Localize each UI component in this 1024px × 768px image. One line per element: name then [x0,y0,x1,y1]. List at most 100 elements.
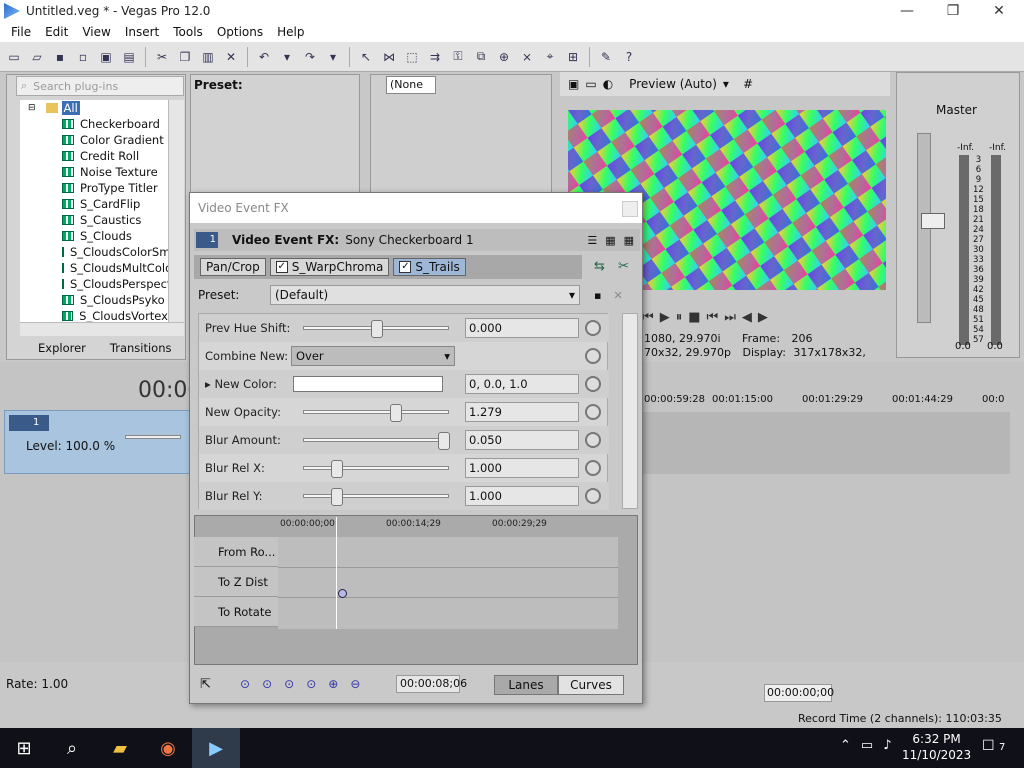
envelope-tool-icon[interactable]: ⋈ [379,47,399,67]
tree-item[interactable]: S_Caustics [20,212,168,228]
param-slider[interactable] [303,432,450,450]
params-scrollbar[interactable] [622,313,638,509]
checkbox-icon[interactable]: ✓ [399,261,412,273]
checkbox-icon[interactable]: ✓ [275,261,288,273]
fx-preset-select[interactable]: (Default) ▾ [270,285,580,305]
next-frame-icon[interactable]: ▶ [758,310,768,325]
tile-view-icon[interactable]: ▦ [624,234,634,247]
redo-icon[interactable]: ↷ [300,47,320,67]
save-as-icon[interactable]: ▫ [73,47,93,67]
keyframe-animate-icon[interactable] [585,320,601,336]
sync-cursor-icon[interactable]: ⇱ [200,677,211,692]
cleanup-icon[interactable]: ✎ [596,47,616,67]
prev-keyframe-icon[interactable]: ⊙ [262,677,272,691]
windows-start-icon[interactable]: ⊞ [0,728,48,768]
master-fader-thumb[interactable] [921,213,945,229]
tree-item[interactable]: Color Gradient [20,132,168,148]
external-monitor-icon[interactable]: ▭ [585,77,596,91]
tray-overflow-icon[interactable]: ⌃ [840,738,851,753]
ignore-grouping-icon[interactable]: ⧉ [471,47,491,67]
tree-horizontal-scrollbar[interactable] [20,322,184,336]
menu-insert[interactable]: Insert [118,25,166,39]
cursor-time-field[interactable]: 00:00:00;00 [764,684,834,702]
previous-frame-icon[interactable]: ◀ [742,310,752,325]
close-button[interactable]: ✕ [976,0,1022,22]
keyframe-lanes[interactable] [278,517,618,629]
go-to-end-icon[interactable]: ⏭ [724,310,736,325]
param-slider[interactable] [303,460,449,478]
tree-item[interactable]: Noise Texture [20,164,168,180]
track-level-slider[interactable] [125,435,181,439]
tree-item[interactable]: S_CloudsColorSmo [20,244,168,260]
delete-icon[interactable]: ✕ [221,47,241,67]
param-value[interactable]: 0, 0.0, 1.0 [465,374,579,394]
overlays-icon[interactable]: # [743,77,753,91]
split-screen-icon[interactable]: ◐ [603,77,613,91]
maximize-button[interactable]: ❐ [930,0,976,22]
param-slider[interactable] [303,488,449,506]
markers-icon[interactable]: ⌖ [540,47,560,67]
save-icon[interactable]: ▪ [50,47,70,67]
grid-view-icon[interactable]: ▦ [605,234,615,247]
save-preset-icon[interactable]: ▪ [594,289,601,302]
menu-tools[interactable]: Tools [166,25,210,39]
auto-ripple-icon[interactable]: ⇉ [425,47,445,67]
paste-icon[interactable]: ▥ [198,47,218,67]
undo-dropdown-icon[interactable]: ▾ [277,47,297,67]
add-keyframe-icon[interactable]: ⊕ [328,677,338,691]
project-properties-icon[interactable]: ▣ [568,77,579,91]
cut-icon[interactable]: ✂ [152,47,172,67]
menu-file[interactable]: File [4,25,38,39]
volume-icon[interactable]: ♪ [883,738,891,753]
tab-explorer[interactable]: Explorer [26,340,98,358]
menu-help[interactable]: Help [270,25,311,39]
slider-thumb[interactable] [371,320,383,338]
undo-icon[interactable]: ↶ [254,47,274,67]
menu-options[interactable]: Options [210,25,270,39]
tree-root-all[interactable]: ⊟ All [20,100,168,116]
menu-edit[interactable]: Edit [38,25,75,39]
dialog-close-button[interactable] [622,201,638,217]
video-track-lane[interactable] [642,412,1010,474]
chain-s-trails[interactable]: ✓ S_Trails [393,258,466,276]
tree-item[interactable]: S_Clouds [20,228,168,244]
delete-preset-icon[interactable]: ✕ [613,289,622,302]
tree-item[interactable]: Checkerboard [20,116,168,132]
tree-item[interactable]: S_CardFlip [20,196,168,212]
taskbar-clock[interactable]: 6:32 PM 11/10/2023 [902,731,971,763]
tree-item[interactable]: S_CloudsPsyko [20,292,168,308]
auto-crossfade-icon[interactable]: ⨯ [517,47,537,67]
chrome-icon[interactable]: ◉ [144,728,192,768]
plugin-search-input[interactable]: ⌕ Search plug-ins [16,76,184,96]
lock-envelopes-icon[interactable]: ⚿ [448,47,468,67]
playhead-line[interactable] [336,517,337,629]
keyframe-animate-icon[interactable] [585,376,601,392]
delete-keyframe-icon[interactable]: ⊖ [350,677,360,691]
lanes-button[interactable]: Lanes [494,675,558,695]
next-keyframe-icon[interactable]: ⊙ [284,677,294,691]
search-icon[interactable]: ⌕ [48,728,96,768]
curves-button[interactable]: Curves [558,675,624,695]
keyframe-animate-icon[interactable] [585,488,601,504]
view-mode-icon[interactable]: ☰ [587,234,597,247]
slider-thumb[interactable] [389,404,402,422]
tree-vertical-scrollbar[interactable] [168,100,184,322]
slider-thumb[interactable] [330,488,343,506]
preview-quality-select[interactable]: Preview (Auto) [629,77,717,91]
param-value[interactable]: 0.050 [465,430,579,450]
chevron-down-icon[interactable]: ▾ [723,77,729,91]
tree-item[interactable]: S_CloudsPerspect [20,276,168,292]
minimize-button[interactable]: — [884,0,930,22]
slider-thumb[interactable] [438,432,450,450]
transition-select[interactable]: (None [386,76,436,94]
play-icon[interactable]: ▶ [660,310,670,325]
copy-icon[interactable]: ❐ [175,47,195,67]
param-value[interactable]: 1.000 [465,486,579,506]
keyframe-animate-icon[interactable] [585,348,601,364]
slider-thumb[interactable] [330,460,343,478]
keyframe-time-field[interactable]: 00:00:08;06 [396,675,467,693]
file-explorer-icon[interactable]: ▰ [96,728,144,768]
tree-item[interactable]: ProType Titler [20,180,168,196]
remove-plugin-icon[interactable]: ✂ [618,259,629,274]
whats-this-help-icon[interactable]: ? [619,47,639,67]
